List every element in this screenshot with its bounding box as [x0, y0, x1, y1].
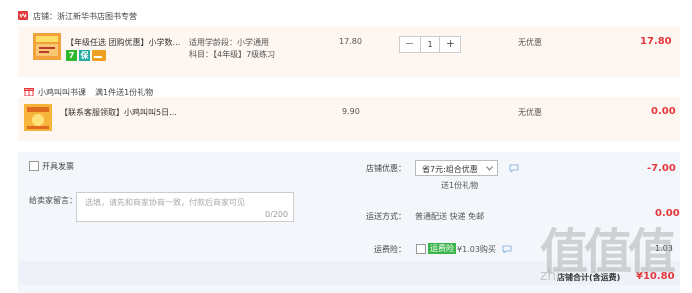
shipping-label: 运送方式：: [366, 212, 406, 221]
unit-price: 17.80: [339, 37, 362, 46]
cart-item: [18, 26, 680, 77]
cart-item: [18, 97, 680, 141]
insurance-label: 运费险：: [374, 245, 406, 254]
total-label: 店铺合计(含运费): [557, 273, 621, 282]
chevron-down-icon: [486, 166, 493, 171]
shipping-method: 普通配送 快递 免邮: [415, 212, 485, 221]
insurance-price: ¥1.03购买: [457, 245, 496, 254]
invoice-checkbox[interactable]: [29, 161, 39, 171]
quantity-input[interactable]: 1: [420, 37, 440, 52]
product-title[interactable]: 【联系客服领取】小鸡叫叫5日...: [60, 107, 177, 118]
message-textarea[interactable]: 选填，请先和商家协商一致，付款后商家可见 0/200: [76, 192, 294, 222]
product-title[interactable]: 【年级任选 团购优惠】小学数...: [66, 37, 180, 48]
gift-icon: [24, 88, 34, 96]
item-subtotal: 0.00: [651, 106, 676, 117]
store-icon: [18, 11, 28, 20]
product-thumbnail[interactable]: [33, 33, 61, 60]
badge-guarantee: 保: [79, 50, 90, 61]
card-icon: [92, 50, 106, 61]
message-label: 给卖家留言：: [29, 196, 77, 205]
item-discount: 无优惠: [518, 38, 542, 47]
product-subject: 科目：【4年级】7级练习: [189, 50, 276, 59]
invoice-label[interactable]: 开具发票: [42, 161, 74, 172]
message-placeholder: 选填，请先和商家协商一致，付款后商家可见: [85, 198, 245, 207]
decrease-button[interactable]: −: [401, 37, 418, 52]
item-subtotal: 17.80: [640, 36, 672, 47]
store-label: 店铺：: [33, 12, 57, 21]
store-name-text[interactable]: 浙江新华书店图书专营: [57, 12, 137, 21]
chat-icon[interactable]: [509, 164, 519, 172]
insurance-tag: 运费险: [428, 243, 456, 254]
shop-discount-amount: -7.00: [647, 163, 676, 174]
store-name[interactable]: 店铺：浙江新华书店图书专营: [33, 11, 137, 22]
shop-discount-value: 省7元:组合优惠: [422, 165, 478, 174]
total-amount: ¥10.80: [636, 271, 675, 282]
quantity-stepper[interactable]: − 1 +: [399, 36, 461, 53]
badge-7: 7: [66, 50, 77, 61]
product-grade: 适用学龄段：小学通用: [189, 38, 269, 47]
product-thumbnail[interactable]: [24, 104, 52, 131]
shop-discount-label: 店铺优惠：: [366, 164, 406, 173]
item-discount: 无优惠: [518, 108, 542, 117]
insurance-checkbox[interactable]: [416, 244, 426, 254]
increase-button[interactable]: +: [442, 37, 459, 52]
help-icon[interactable]: [502, 245, 512, 253]
insurance-amount: 1.03: [655, 244, 673, 253]
shipping-amount: 0.00: [655, 208, 680, 219]
unit-price: 9.90: [342, 107, 360, 116]
shop-discount-select[interactable]: 省7元:组合优惠: [415, 160, 498, 176]
message-counter: 0/200: [265, 210, 289, 219]
gift-note: 送1份礼物: [441, 181, 479, 190]
